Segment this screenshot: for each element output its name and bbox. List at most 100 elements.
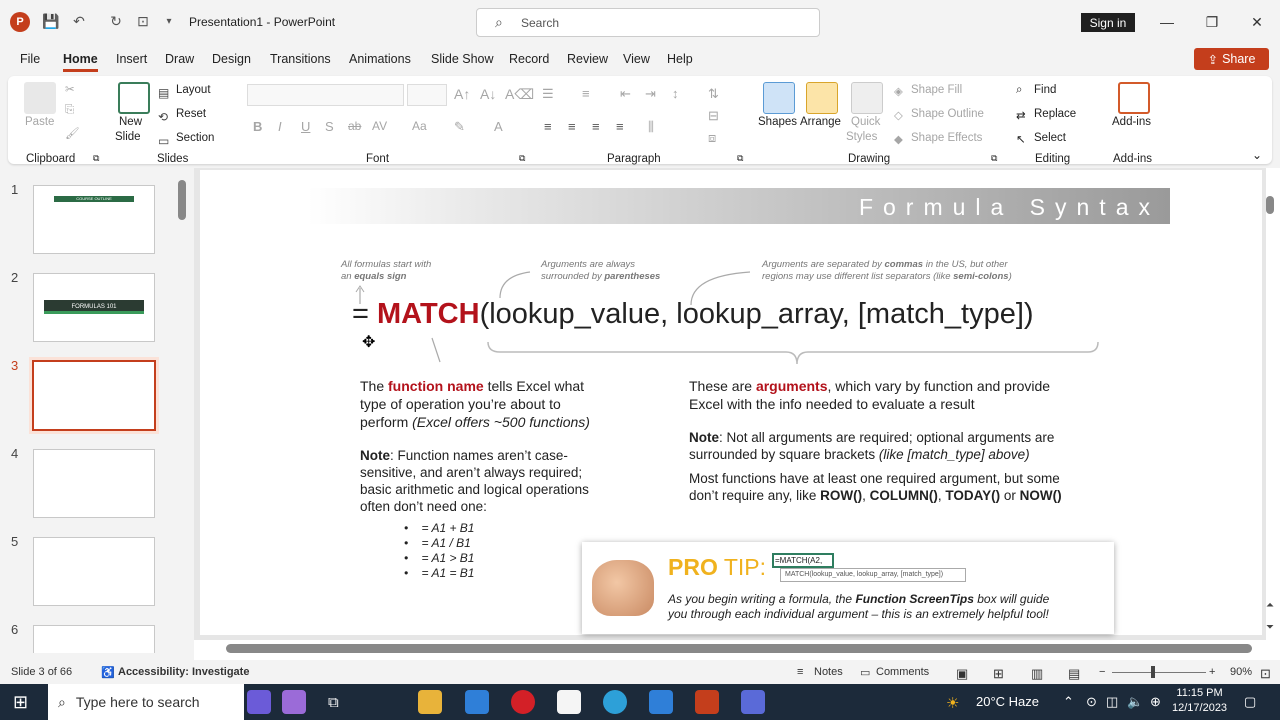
close-icon[interactable]: ✕ — [1242, 10, 1272, 34]
zoom-in-icon[interactable]: + — [1209, 666, 1215, 678]
numbering-icon[interactable]: ≡ — [582, 86, 590, 101]
quick-styles-button-2[interactable]: Styles — [846, 131, 877, 143]
file-explorer-icon[interactable] — [418, 690, 442, 714]
text-direction-icon[interactable]: ⇅ — [708, 86, 719, 102]
quick-styles-icon[interactable] — [851, 82, 883, 114]
bold-icon[interactable]: B — [253, 119, 262, 134]
underline-icon[interactable]: U — [301, 119, 310, 134]
save-icon[interactable]: 💾 — [40, 10, 62, 32]
replace-button[interactable]: Replace — [1034, 108, 1076, 120]
mail-icon[interactable] — [649, 690, 673, 714]
document-icon[interactable] — [557, 690, 581, 714]
tab-insert[interactable]: Insert — [116, 52, 147, 66]
drawing-launcher-icon[interactable]: ⧉ — [991, 153, 997, 164]
microsoft-store-icon[interactable] — [465, 690, 489, 714]
italic-icon[interactable]: I — [278, 119, 282, 134]
paste-icon[interactable] — [24, 82, 56, 114]
font-name-dropdown[interactable] — [247, 84, 404, 106]
redo-icon[interactable]: ↻ — [105, 10, 127, 32]
tab-transitions[interactable]: Transitions — [270, 52, 331, 66]
undo-icon[interactable]: ↶ — [68, 10, 90, 32]
customize-toolbar-icon[interactable]: ▾ — [158, 10, 180, 32]
paste-button[interactable]: Paste — [25, 116, 54, 128]
tab-help[interactable]: Help — [667, 52, 693, 66]
columns-icon[interactable]: ⫼ — [648, 119, 654, 135]
opera-icon[interactable] — [511, 690, 535, 714]
cut-icon[interactable]: ✂ — [65, 82, 75, 96]
paragraph-launcher-icon[interactable]: ⧉ — [737, 153, 743, 164]
slide-thumbnail-5[interactable] — [33, 537, 155, 606]
line-spacing-icon[interactable]: ↕ — [672, 86, 679, 101]
shape-effects-button[interactable]: Shape Effects — [911, 132, 982, 144]
tab-design[interactable]: Design — [212, 52, 251, 66]
tab-slide-show[interactable]: Slide Show — [431, 52, 494, 66]
change-case-icon[interactable]: Aa — [412, 119, 427, 133]
restore-icon[interactable]: ❐ — [1197, 10, 1227, 34]
notes-button[interactable]: Notes — [814, 666, 843, 678]
font-launcher-icon[interactable]: ⧉ — [519, 153, 525, 164]
justify-icon[interactable]: ≡ — [616, 119, 624, 134]
previous-slide-icon[interactable]: ⏶ — [1266, 600, 1274, 611]
canvas-vertical-scrollbar[interactable] — [1266, 196, 1274, 214]
fit-slide-icon[interactable]: ⊡ — [1260, 666, 1271, 682]
weather-text[interactable]: 20°C Haze — [976, 694, 1039, 709]
thumbnail-scrollbar[interactable] — [178, 180, 186, 220]
add-ins-button[interactable]: Add-ins — [1112, 116, 1151, 128]
accessibility-status[interactable]: Accessibility: Investigate — [118, 666, 249, 678]
arrange-button[interactable]: Arrange — [800, 116, 841, 128]
char-spacing-icon[interactable]: AV — [372, 119, 387, 133]
tab-draw[interactable]: Draw — [165, 52, 194, 66]
section-button[interactable]: Section — [176, 132, 214, 144]
tab-record[interactable]: Record — [509, 52, 549, 66]
align-text-icon[interactable]: ⊟ — [708, 108, 719, 124]
new-slide-icon[interactable] — [118, 82, 150, 114]
sign-in-button[interactable]: Sign in — [1081, 13, 1135, 32]
reset-button[interactable]: Reset — [176, 108, 206, 120]
strikethrough-icon[interactable]: ab — [348, 119, 361, 133]
add-ins-icon[interactable] — [1118, 82, 1150, 114]
volume-icon[interactable]: 🔈 — [1127, 694, 1143, 710]
find-button[interactable]: Find — [1034, 84, 1056, 96]
windows-start-icon[interactable]: ⊞ — [13, 692, 28, 713]
zoom-slider[interactable] — [1112, 672, 1206, 673]
tab-review[interactable]: Review — [567, 52, 608, 66]
normal-view-icon[interactable]: ▣ — [956, 666, 968, 682]
reading-view-icon[interactable]: ▥ — [1031, 666, 1043, 682]
comments-button[interactable]: Comments — [876, 666, 929, 678]
align-center-icon[interactable]: ≡ — [568, 119, 576, 134]
present-icon[interactable]: ⊡ — [132, 10, 154, 32]
slide-show-icon[interactable]: ▤ — [1068, 666, 1080, 682]
copy-icon[interactable]: ⎘ — [65, 104, 74, 117]
zoom-slider-thumb[interactable] — [1151, 666, 1155, 678]
canvas-horizontal-scrollbar[interactable] — [226, 644, 1252, 653]
zoom-out-icon[interactable]: − — [1099, 666, 1105, 678]
slide-thumbnail-3[interactable] — [29, 357, 159, 434]
taskbar-clock[interactable]: 11:15 PM 12/17/2023 — [1172, 686, 1227, 716]
shape-outline-button[interactable]: Shape Outline — [911, 108, 984, 120]
zoom-level[interactable]: 90% — [1230, 666, 1252, 678]
search-box[interactable]: ⌕ Search — [476, 8, 820, 37]
tab-home[interactable]: Home — [63, 52, 98, 72]
quick-styles-button[interactable]: Quick — [851, 116, 880, 128]
decrease-font-icon[interactable]: A↓ — [480, 86, 496, 102]
tab-file[interactable]: File — [20, 52, 40, 66]
increase-indent-icon[interactable]: ⇥ — [645, 86, 656, 102]
clipboard-launcher-icon[interactable]: ⧉ — [93, 153, 99, 164]
smartart-icon[interactable]: ⧈ — [708, 130, 716, 146]
taskbar-search[interactable]: ⌕ Type here to search — [48, 684, 244, 720]
shadow-icon[interactable]: S — [325, 119, 334, 134]
slide-canvas[interactable]: Formula Syntax All formulas start with a… — [200, 170, 1262, 635]
font-color-icon[interactable]: A — [494, 119, 503, 134]
network-icon[interactable]: ◫ — [1106, 694, 1118, 710]
arrange-icon[interactable] — [806, 82, 838, 114]
app-icon[interactable] — [741, 690, 765, 714]
share-button[interactable]: ⇪ Share — [1194, 48, 1269, 70]
align-right-icon[interactable]: ≡ — [592, 119, 600, 134]
bullets-icon[interactable]: ☰ — [542, 86, 554, 102]
slide-thumbnail-1[interactable]: COURSE OUTLINE — [33, 185, 155, 254]
language-icon[interactable]: ⊕ — [1150, 694, 1161, 710]
tray-icon[interactable]: ⊙ — [1086, 694, 1097, 710]
clear-format-icon[interactable]: A⌫ — [505, 86, 534, 103]
shapes-icon[interactable] — [763, 82, 795, 114]
new-slide-label[interactable]: New — [119, 116, 142, 128]
